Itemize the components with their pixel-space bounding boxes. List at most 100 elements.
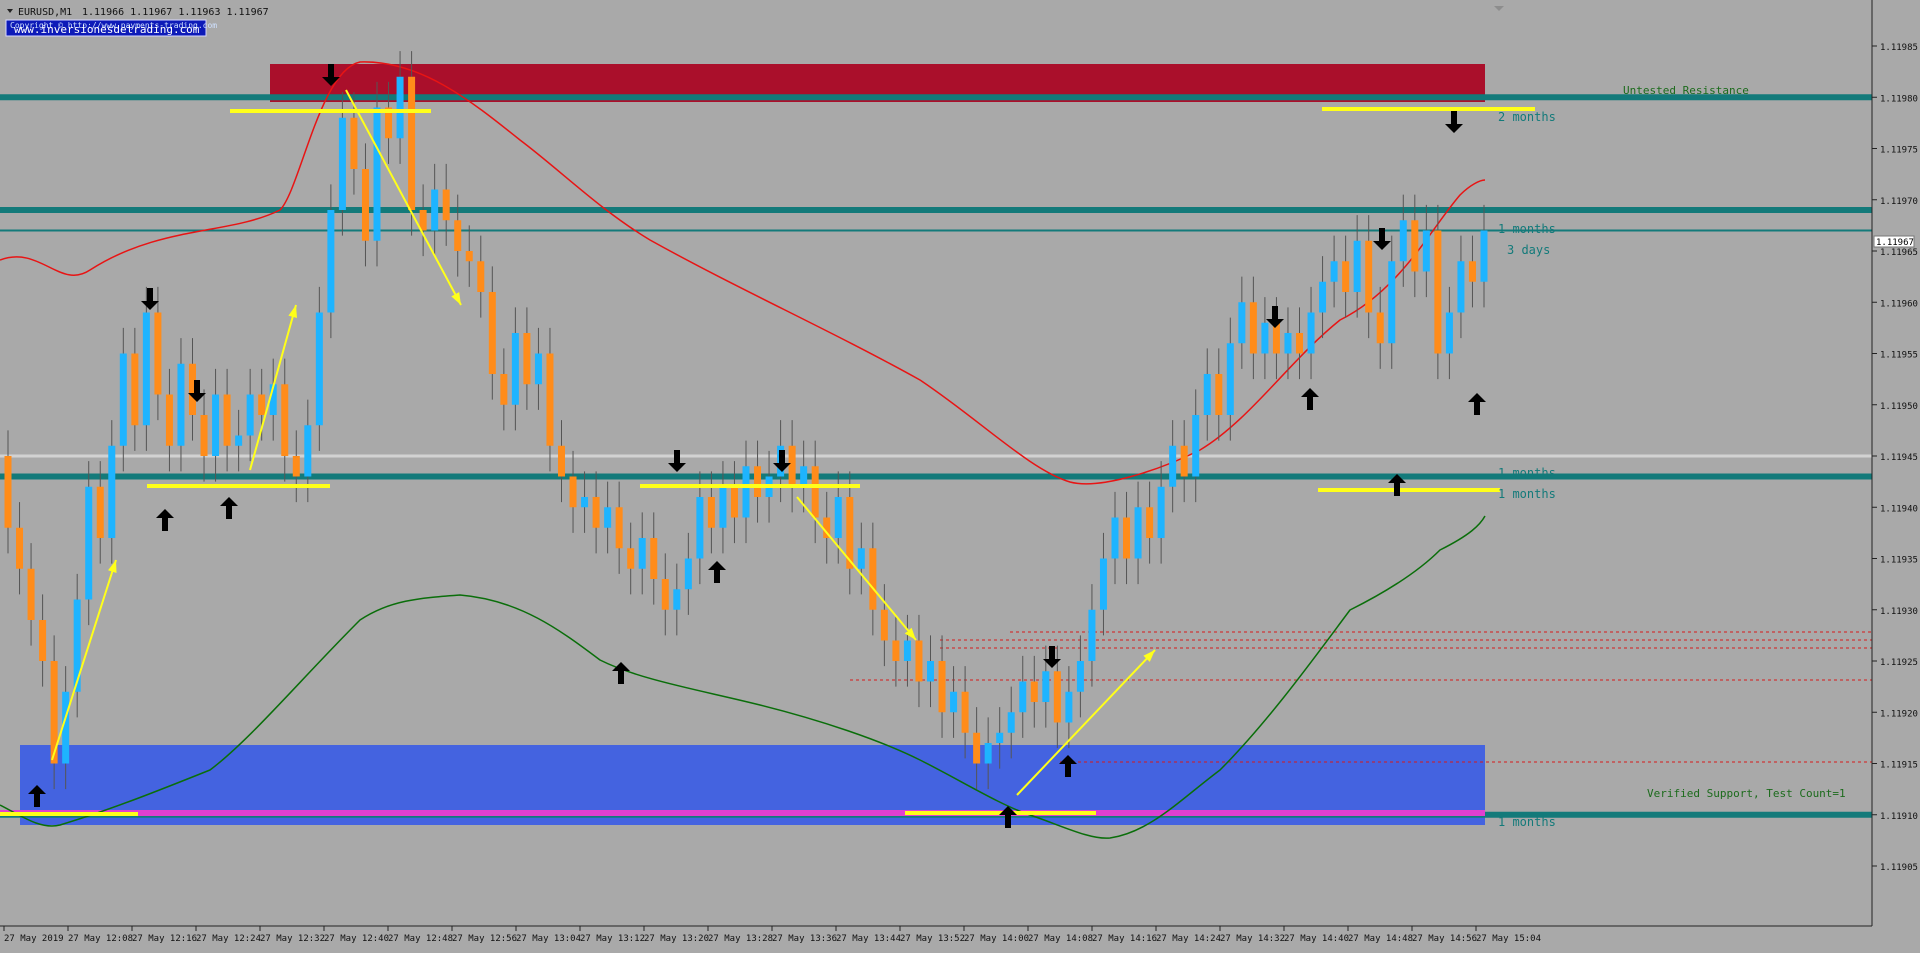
bear-candle bbox=[1468, 261, 1476, 282]
time-label: 27 May 15:04 bbox=[1476, 934, 1541, 944]
bear-candle bbox=[39, 620, 47, 661]
bear-candle bbox=[258, 394, 266, 415]
bull-candle bbox=[696, 497, 704, 559]
bull-candle bbox=[1157, 486, 1165, 538]
price-label: 1.11925 bbox=[1880, 658, 1918, 668]
time-label: 27 May 13:36 bbox=[772, 934, 837, 944]
chart-window[interactable]: Untested Resistance Verified Support, Te… bbox=[0, 0, 1920, 949]
price-label: 1.11940 bbox=[1880, 504, 1918, 514]
bear-candle bbox=[754, 466, 762, 497]
bull-candle bbox=[1422, 230, 1430, 272]
bear-candle bbox=[131, 353, 139, 426]
bear-candle bbox=[1411, 220, 1419, 272]
bear-candle bbox=[1365, 240, 1373, 313]
bull-candle bbox=[73, 599, 81, 692]
window-title: EURUSD,M1 bbox=[18, 7, 72, 18]
price-label: 1.11950 bbox=[1880, 402, 1918, 412]
bear-candle bbox=[165, 394, 173, 446]
price-label: 1.11960 bbox=[1880, 299, 1918, 309]
bull-candle bbox=[1238, 302, 1246, 344]
level-label-1-months-c: 1 months bbox=[1498, 487, 1556, 501]
price-label: 1.11985 bbox=[1880, 43, 1918, 53]
bear-candle bbox=[1123, 517, 1131, 559]
time-label: 27 May 14:16 bbox=[1092, 934, 1157, 944]
bear-candle bbox=[350, 117, 358, 169]
bear-candle bbox=[96, 486, 104, 538]
bear-candle bbox=[1342, 261, 1350, 292]
bear-candle bbox=[408, 76, 416, 210]
bull-candle bbox=[950, 691, 958, 713]
bear-candle bbox=[1180, 445, 1188, 477]
time-label: 27 May 12:08 bbox=[68, 934, 133, 944]
time-label: 27 May 13:44 bbox=[836, 934, 901, 944]
time-label: 27 May 12:48 bbox=[388, 934, 453, 944]
bull-candle bbox=[431, 189, 439, 231]
time-label: 27 May 13:20 bbox=[644, 934, 709, 944]
time-label: 27 May 13:04 bbox=[516, 934, 581, 944]
bear-candle bbox=[1296, 333, 1303, 354]
time-label: 27 May 14:08 bbox=[1028, 934, 1093, 944]
price-label: 1.11955 bbox=[1880, 351, 1918, 361]
price-chart[interactable]: Untested Resistance Verified Support, Te… bbox=[0, 0, 1920, 949]
bear-candle bbox=[4, 456, 12, 528]
level-label-1-months-b: 1 months bbox=[1498, 466, 1556, 480]
bull-candle bbox=[581, 497, 589, 508]
bear-candle bbox=[869, 548, 877, 610]
bear-candle bbox=[200, 415, 208, 456]
bull-candle bbox=[246, 394, 254, 436]
bear-candle bbox=[16, 527, 24, 569]
price-label: 1.11910 bbox=[1880, 812, 1918, 822]
bear-candle bbox=[1434, 230, 1442, 354]
level-label-3-days: 3 days bbox=[1507, 243, 1550, 257]
bull-candle bbox=[396, 76, 404, 139]
bear-candle bbox=[488, 292, 496, 374]
level-label-1-months-a: 1 months bbox=[1498, 222, 1556, 236]
level-label-1-months-d: 1 months bbox=[1498, 815, 1556, 829]
bull-candle bbox=[1099, 558, 1107, 610]
price-label: 1.11935 bbox=[1880, 556, 1918, 566]
bull-candle bbox=[315, 312, 323, 426]
bull-candle bbox=[903, 640, 911, 661]
bull-candle bbox=[511, 333, 519, 405]
bull-candle bbox=[1388, 261, 1396, 344]
bull-candle bbox=[684, 558, 692, 590]
bear-candle bbox=[880, 609, 888, 641]
bull-candle bbox=[1042, 671, 1050, 702]
bull-candle bbox=[373, 107, 381, 241]
bull-candle bbox=[1134, 507, 1142, 559]
bear-candle bbox=[1249, 302, 1257, 354]
bull-candle bbox=[1169, 445, 1177, 487]
bull-candle bbox=[1192, 415, 1200, 477]
bull-candle bbox=[1007, 712, 1015, 733]
bear-candle bbox=[915, 640, 923, 682]
bear-candle bbox=[1053, 671, 1061, 723]
bear-candle bbox=[1272, 322, 1280, 354]
bull-candle bbox=[1284, 333, 1292, 354]
bear-candle bbox=[558, 445, 565, 477]
bull-candle bbox=[1076, 661, 1084, 692]
bear-candle bbox=[454, 220, 462, 251]
level-label-2-months: 2 months bbox=[1498, 110, 1556, 124]
bear-candle bbox=[465, 251, 473, 262]
bull-candle bbox=[1065, 691, 1073, 723]
bull-candle bbox=[927, 661, 934, 682]
time-label: 27 May 12:56 bbox=[452, 934, 517, 944]
bull-candle bbox=[984, 743, 992, 764]
bull-candle bbox=[1088, 609, 1096, 661]
bull-candle bbox=[1111, 517, 1119, 559]
bear-candle bbox=[892, 640, 900, 661]
bear-candle bbox=[650, 538, 658, 579]
bull-candle bbox=[1261, 322, 1269, 354]
bear-candle bbox=[1146, 507, 1154, 538]
time-label: 27 May 14:40 bbox=[1284, 934, 1349, 944]
price-label: 1.11980 bbox=[1880, 94, 1918, 104]
bull-candle bbox=[327, 210, 335, 313]
bull-candle bbox=[638, 538, 646, 569]
bull-candle bbox=[673, 589, 681, 610]
bear-candle bbox=[154, 312, 162, 395]
bear-candle bbox=[592, 497, 600, 528]
bear-candle bbox=[627, 548, 635, 569]
bull-candle bbox=[338, 117, 346, 210]
bull-candle bbox=[857, 548, 865, 569]
time-label: 27 May 14:48 bbox=[1348, 934, 1413, 944]
